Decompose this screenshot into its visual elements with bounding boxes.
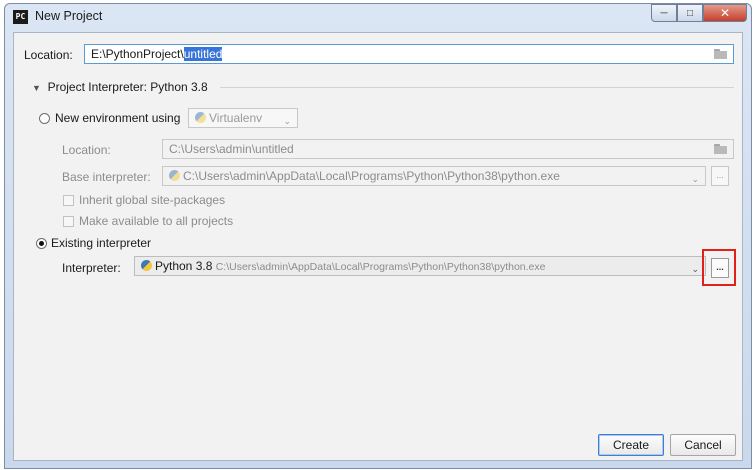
interpreter-section-header[interactable]: ▼ Project Interpreter: Python 3.8 bbox=[32, 80, 208, 94]
new-environment-radio[interactable] bbox=[39, 113, 50, 124]
location-label: Location: bbox=[24, 48, 73, 62]
chevron-down-icon: ⌄ bbox=[691, 174, 699, 184]
dialog-content: Location: E:\PythonProject\untitled ▼ Pr… bbox=[13, 32, 743, 461]
window-title: New Project bbox=[35, 9, 103, 23]
window-controls: ─ □ ✕ bbox=[651, 4, 747, 24]
base-interpreter-select[interactable]: C:\Users\admin\AppData\Local\Programs\Py… bbox=[162, 166, 706, 186]
venv-location-value: C:\Users\admin\untitled bbox=[169, 142, 294, 156]
interpreter-section-title: Project Interpreter: Python 3.8 bbox=[47, 80, 208, 94]
interpreter-label: Interpreter: bbox=[62, 261, 121, 275]
virtualenv-icon bbox=[195, 112, 206, 123]
location-input[interactable]: E:\PythonProject\untitled bbox=[84, 44, 734, 64]
chevron-down-icon: ⌄ bbox=[283, 116, 291, 126]
interpreter-select[interactable]: Python 3.8 C:\Users\admin\AppData\Local\… bbox=[134, 256, 706, 276]
python-icon bbox=[141, 260, 152, 271]
section-divider bbox=[220, 87, 734, 88]
new-environment-label: New environment using bbox=[55, 111, 181, 125]
existing-interpreter-radio[interactable] bbox=[36, 238, 47, 249]
environment-tool-select[interactable]: Virtualenv ⌄ bbox=[188, 108, 298, 128]
minimize-icon: ─ bbox=[660, 7, 668, 19]
expand-triangle-icon: ▼ bbox=[32, 83, 41, 93]
interpreter-path: C:\Users\admin\AppData\Local\Programs\Py… bbox=[215, 261, 546, 273]
folder-icon[interactable] bbox=[714, 144, 727, 154]
base-interpreter-value: C:\Users\admin\AppData\Local\Programs\Py… bbox=[183, 169, 560, 183]
create-button[interactable]: Create bbox=[598, 434, 664, 456]
title-bar[interactable]: PC New Project ─ □ ✕ bbox=[5, 4, 751, 32]
minimize-button[interactable]: ─ bbox=[651, 4, 677, 22]
location-path: E:\PythonProject\ bbox=[91, 47, 184, 61]
inherit-site-packages-label: Inherit global site-packages bbox=[79, 193, 226, 207]
existing-interpreter-label: Existing interpreter bbox=[51, 236, 152, 250]
python-icon bbox=[169, 170, 180, 181]
environment-tool-value: Virtualenv bbox=[209, 111, 263, 125]
folder-icon[interactable] bbox=[714, 49, 727, 59]
make-available-checkbox[interactable] bbox=[63, 216, 74, 227]
base-interpreter-label: Base interpreter: bbox=[62, 170, 151, 184]
inherit-site-packages-checkbox[interactable] bbox=[63, 195, 74, 206]
close-icon: ✕ bbox=[719, 6, 731, 20]
close-button[interactable]: ✕ bbox=[703, 4, 747, 22]
chevron-down-icon: ⌄ bbox=[691, 264, 699, 274]
maximize-button[interactable]: □ bbox=[677, 4, 703, 22]
new-project-window: PC New Project ─ □ ✕ Location: E:\Python… bbox=[4, 3, 752, 469]
cancel-button[interactable]: Cancel bbox=[670, 434, 736, 456]
highlight-box bbox=[702, 249, 736, 286]
base-interpreter-browse-button[interactable]: ... bbox=[711, 166, 729, 186]
venv-location-label: Location: bbox=[62, 143, 111, 157]
location-selected-text: untitled bbox=[183, 47, 223, 61]
venv-location-input[interactable]: C:\Users\admin\untitled bbox=[162, 139, 734, 159]
pycharm-icon: PC bbox=[13, 10, 28, 24]
interpreter-name: Python 3.8 bbox=[155, 259, 213, 273]
maximize-icon: □ bbox=[686, 7, 694, 19]
make-available-label: Make available to all projects bbox=[79, 214, 234, 228]
